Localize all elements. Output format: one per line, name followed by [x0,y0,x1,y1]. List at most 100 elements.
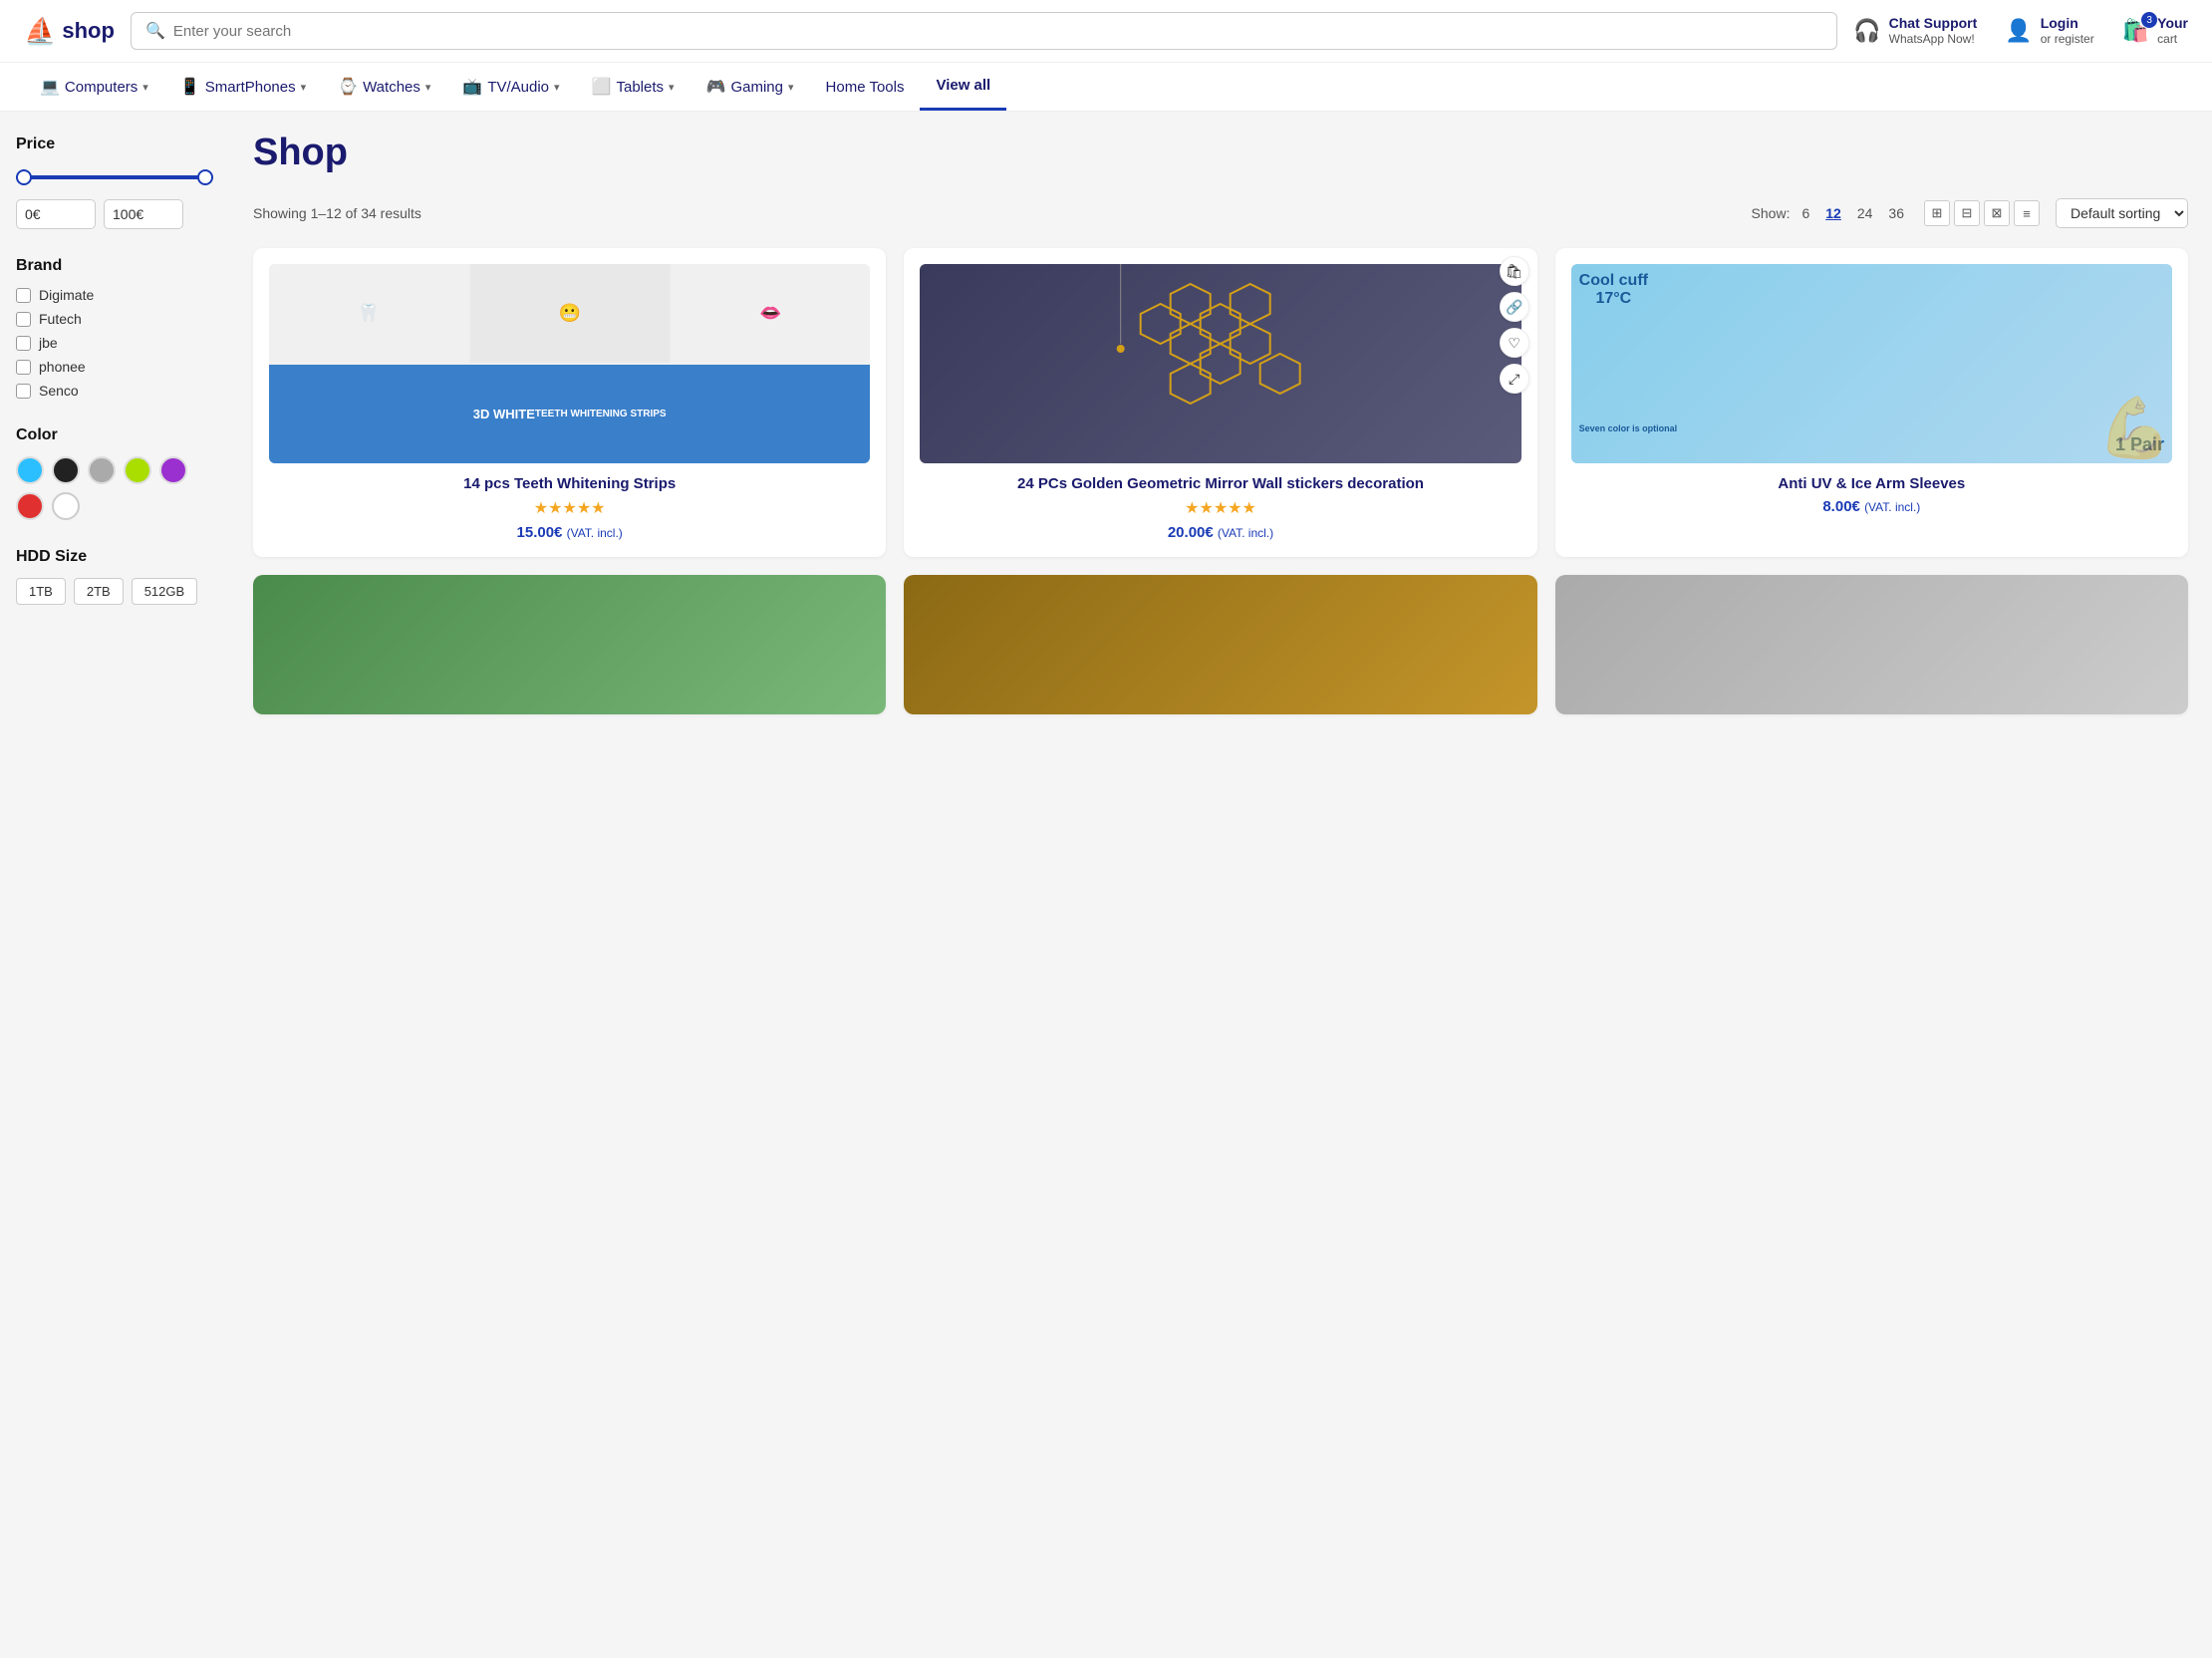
nav-item-gaming[interactable]: 🎮 Gaming ▾ [691,63,810,111]
price-inputs [16,199,213,229]
chat-support-top: Chat Support [1889,15,1978,32]
product-price-value-3: 8.00€ [1822,498,1860,515]
search-bar[interactable]: 🔍 [131,12,1837,50]
nav-item-computers[interactable]: 💻 Computers ▾ [24,63,164,111]
show-label: Show: [1752,205,1791,221]
show-6[interactable]: 6 [1797,203,1813,223]
product-stars-2: ★★★★★ [1185,498,1256,518]
brand-item-senco[interactable]: Senco [16,383,213,399]
hdd-title: HDD Size [16,548,213,566]
color-swatch-lime[interactable] [124,456,151,484]
brand-item-futech[interactable]: Futech [16,311,213,327]
hdd-tag-512gb[interactable]: 512GB [132,578,197,605]
show-24[interactable]: 24 [1853,203,1877,223]
color-swatch-purple[interactable] [159,456,187,484]
tvaudio-icon: 📺 [462,77,482,97]
search-input[interactable] [173,23,1822,40]
hdd-tag-1tb[interactable]: 1TB [16,578,66,605]
cart-action[interactable]: 🛍️ 3 Your cart [2122,15,2188,46]
product-heart-btn-2[interactable]: ♡ [1500,328,1529,358]
page: Price Brand Digimate [0,112,2212,1658]
product-img-1: 🦷 😬 👄 3D WHITETEETH WHITENING STRIPS [269,264,870,463]
arm-sleeve-icon: 💪 [2097,393,2172,463]
color-swatch-lightblue[interactable] [16,456,44,484]
brand-label-jbe: jbe [39,335,58,351]
cart-top: Your [2157,15,2188,32]
login-icon: 👤 [2005,18,2032,44]
login-top: Login [2041,15,2094,32]
show-12[interactable]: 12 [1821,203,1845,223]
login-action[interactable]: 👤 Login or register [2005,15,2093,46]
color-swatch-white[interactable] [52,492,80,520]
price-slider-fill [16,175,213,179]
product-actions-2: 🛍 🔗 ♡ ⤢ [1500,256,1529,394]
brand-label-digimate: Digimate [39,287,94,303]
nav-item-watches[interactable]: ⌚ Watches ▾ [322,63,446,111]
color-section: Color [16,426,213,520]
nav-item-tablets[interactable]: ⬜ Tablets ▾ [576,63,691,111]
chat-support-action[interactable]: 🎧 Chat Support WhatsApp Now! [1853,15,1977,46]
product-stars-1: ★★★★★ [534,498,606,518]
brand-checkbox-jbe[interactable] [16,336,31,351]
chat-support-bot: WhatsApp Now! [1889,32,1978,46]
chevron-computers: ▾ [142,81,148,94]
grid-opt-list[interactable]: ≡ [2014,200,2040,226]
results-info: Showing 1–12 of 34 results [253,205,421,221]
price-max-input[interactable] [104,199,183,229]
product-price-1: 15.00€ (VAT. incl.) [517,524,623,541]
brand-checkbox-senco[interactable] [16,384,31,399]
teeth-collage: 🦷 😬 👄 3D WHITETEETH WHITENING STRIPS [269,264,870,463]
brand-checkbox-phonee[interactable] [16,360,31,375]
product-name-2: 24 PCs Golden Geometric Mirror Wall stic… [1017,475,1424,492]
nav-item-smartphones[interactable]: 📱 SmartPhones ▾ [164,63,322,111]
bottom-img-green [253,575,886,714]
grid-opt-4col[interactable]: ⊠ [1984,200,2010,226]
product-grid: 🦷 😬 👄 3D WHITETEETH WHITENING STRIPS 14 … [253,248,2188,557]
brand-label-phonee: phonee [39,359,86,375]
brand-item-digimate[interactable]: Digimate [16,287,213,303]
color-swatch-black[interactable] [52,456,80,484]
teeth-bottom: 3D WHITETEETH WHITENING STRIPS [269,365,870,463]
price-slider-track[interactable] [16,175,213,179]
color-swatch-gray[interactable] [88,456,116,484]
grid-opt-2col[interactable]: ⊟ [1954,200,1980,226]
nav-item-hometools[interactable]: Home Tools [810,65,921,110]
brand-item-jbe[interactable]: jbe [16,335,213,351]
hdd-tag-2tb[interactable]: 2TB [74,578,124,605]
chevron-gaming: ▾ [788,81,794,94]
product-link-btn-2[interactable]: 🔗 [1500,292,1529,322]
watches-icon: ⌚ [338,77,358,97]
brand-checkbox-digimate[interactable] [16,288,31,303]
slider-thumb-right[interactable] [197,169,213,185]
gaming-icon: 🎮 [706,77,726,97]
chat-support-text: Chat Support WhatsApp Now! [1889,15,1978,46]
product-img-2 [920,264,1521,463]
brand-checkbox-futech[interactable] [16,312,31,327]
nav-item-viewall[interactable]: View all [920,63,1006,111]
nav-label-watches: Watches [363,79,420,96]
price-range [16,165,213,229]
hdd-section: HDD Size 1TB 2TB 512GB [16,548,213,605]
sort-select[interactable]: Default sorting [2056,198,2188,228]
product-expand-btn-2[interactable]: ⤢ [1500,364,1529,394]
chevron-tablets: ▾ [669,81,675,94]
nav-item-tvaudio[interactable]: 📺 TV/Audio ▾ [446,63,575,111]
product-price-2: 20.00€ (VAT. incl.) [1168,524,1273,541]
slider-thumb-left[interactable] [16,169,32,185]
hex-svg [920,264,1521,463]
results-bar: Showing 1–12 of 34 results Show: 6 12 24… [253,198,2188,228]
bottom-product-grid [253,575,2188,714]
brand-item-phonee[interactable]: phonee [16,359,213,375]
logo[interactable]: ⛵ shop [24,16,115,47]
grid-opt-3col[interactable]: ⊞ [1924,200,1950,226]
show-36[interactable]: 36 [1884,203,1908,223]
product-price-value-1: 15.00€ [517,524,563,541]
price-min-input[interactable] [16,199,96,229]
computers-icon: 💻 [40,77,60,97]
teeth-cell-1: 🦷 [269,264,468,363]
color-swatch-red[interactable] [16,492,44,520]
brand-label-futech: Futech [39,311,82,327]
cool-cuff-title: Cool cuff17°C [1579,272,1648,308]
product-name-3: Anti UV & Ice Arm Sleeves [1778,475,1965,492]
product-bag-btn-2[interactable]: 🛍 [1500,256,1529,286]
